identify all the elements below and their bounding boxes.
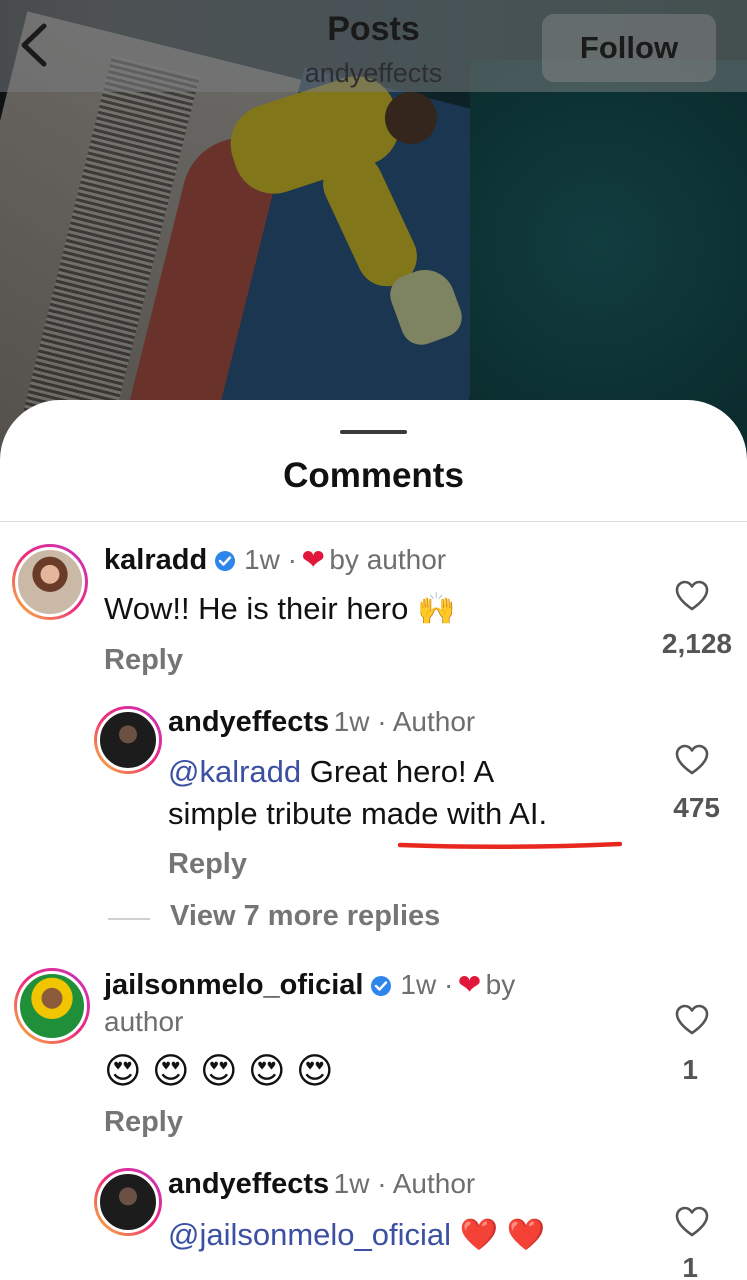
sheet-title: Comments [283,456,464,495]
comment-header: jailsonmelo_oficial 1w · ❤ by [104,968,515,1002]
heart-eyes-emoji-icon: 😍 [151,1050,196,1091]
comment-header: kalradd 1w · ❤ by author [104,543,446,577]
reply-button[interactable]: Reply [104,1106,183,1139]
liked-by-author-label-cont: author [104,1006,184,1037]
reply-button[interactable]: Reply [168,848,247,881]
reply-text-line-2: simple tribute made with AI. [168,796,548,831]
reply-text-body-1: Great hero! A [309,754,495,789]
liked-by-author-heart-icon: ❤ [457,969,482,1000]
mention-link[interactable]: @kalradd [168,754,301,789]
mention-link[interactable]: @jailsonmelo_oficial [168,1217,451,1252]
reply-text-line-1: @jailsonmelo_oficial ❤️ ❤️ [168,1216,545,1253]
like-count: 1 [682,1054,698,1085]
comment-username[interactable]: kalradd [104,544,207,576]
like-heart-icon[interactable] [675,580,709,612]
like-heart-icon[interactable] [675,1004,709,1036]
heart-eyes-emoji-icon: 😍 [199,1050,244,1091]
verified-badge-icon [214,551,235,571]
top-bar: Posts andyeffects Follow [0,0,747,92]
divider [108,918,150,920]
reply-button[interactable]: Reply [104,644,183,677]
like-count: 475 [673,792,720,823]
heart-eyes-emoji-icon: 😍 [104,1050,148,1091]
raising-hands-emoji-icon: 🙌 [417,591,456,626]
comments-sheet: Comments kalradd 1w · ❤ by author Wow!! … [0,400,747,1280]
avatar[interactable] [94,706,162,774]
annotation-underline [398,841,622,850]
reply-text-line-1: @kalradd Great hero! A [168,754,494,790]
divider [0,521,747,522]
like-heart-icon[interactable] [675,744,709,776]
red-heart-emoji-icon: ❤️ ❤️ [459,1217,546,1252]
avatar[interactable] [12,544,88,620]
reply-header: andyeffects 1w · Author [168,1168,475,1201]
heart-eyes-emoji-icon: 😍 [295,1050,340,1091]
comment-time: 1w · [244,544,297,575]
heart-eyes-emoji-icon: 😍 [247,1050,292,1091]
comment-text: Wow!! He is their hero 🙌 [104,590,456,627]
comment-emoji-row: 😍 😍 😍 😍 😍 [104,1050,339,1092]
sheet-drag-handle[interactable] [340,430,407,434]
liked-by-author-label: by author [329,544,447,575]
avatar[interactable] [94,1168,162,1236]
liked-by-author-label: by [485,969,516,1000]
reply-header: andyeffects 1w · Author [168,706,475,739]
follow-button[interactable]: Follow [542,14,716,82]
like-count: 2,128 [661,628,732,659]
like-count: 1 [682,1252,698,1280]
reply-username[interactable]: andyeffects [168,1168,329,1200]
like-heart-icon[interactable] [675,1206,709,1238]
reply-username[interactable]: andyeffects [168,706,329,738]
avatar[interactable] [14,968,90,1044]
comment-text-body: Wow!! He is their hero [104,591,409,626]
comment-username[interactable]: jailsonmelo_oficial [104,969,363,1001]
reply-time-role: 1w · Author [333,1168,476,1199]
reply-time-role: 1w · Author [333,706,476,737]
verified-badge-icon [370,976,391,996]
comment-time: 1w · [400,969,454,1000]
liked-by-author-heart-icon: ❤ [301,544,325,575]
view-more-replies-button[interactable]: View 7 more replies [170,900,440,933]
